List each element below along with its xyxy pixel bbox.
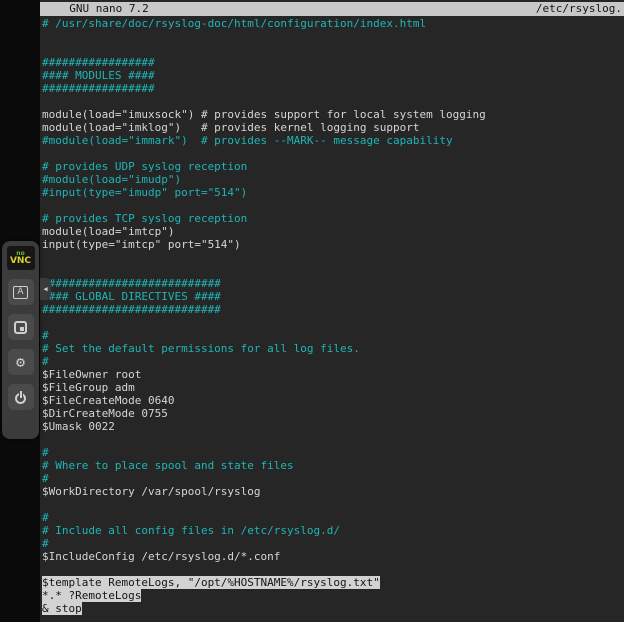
editor-line xyxy=(42,95,624,108)
editor-line: $DirCreateMode 0755 xyxy=(42,407,624,420)
editor-line xyxy=(42,433,624,446)
editor-line-text: #module(load="immark") # provides --MARK… xyxy=(42,134,453,147)
editor-line-text: $FileOwner root xyxy=(42,368,141,381)
settings-button[interactable]: ⚙ xyxy=(8,349,34,375)
editor-line: $IncludeConfig /etc/rsyslog.d/*.conf xyxy=(42,550,624,563)
editor-line-text: # Include all config files in /etc/rsysl… xyxy=(42,524,340,537)
editor-line-text: $FileCreateMode 0640 xyxy=(42,394,174,407)
editor-line xyxy=(42,199,624,212)
editor-line: *.* ?RemoteLogs xyxy=(42,589,624,602)
editor-line: module(load="imklog") # provides kernel … xyxy=(42,121,624,134)
editor-line-text: *.* ?RemoteLogs xyxy=(42,589,141,602)
editor-line-text: # provides TCP syslog reception xyxy=(42,212,247,225)
editor-line: $FileOwner root xyxy=(42,368,624,381)
editor-line-text: # xyxy=(42,537,49,550)
novnc-control-bar: no VNC A ⚙ xyxy=(2,241,39,439)
nano-version-label: GNU nano 7.2 xyxy=(56,2,149,16)
editor-line-text: # xyxy=(42,329,49,342)
editor-line: # xyxy=(42,355,624,368)
editor-line: ########################### xyxy=(42,277,624,290)
editor-line-text: #module(load="imudp") xyxy=(42,173,181,186)
editor-line: # provides TCP syslog reception xyxy=(42,212,624,225)
editor-line-text: $IncludeConfig /etc/rsyslog.d/*.conf xyxy=(42,550,280,563)
editor-line: # Include all config files in /etc/rsysl… xyxy=(42,524,624,537)
editor-line-text: $Umask 0022 xyxy=(42,420,115,433)
editor-line: & stop xyxy=(42,602,624,615)
novnc-logo: no VNC xyxy=(7,246,35,270)
editor-line: # xyxy=(42,472,624,485)
editor-line xyxy=(42,251,624,264)
editor-line-text: module(load="imklog") # provides kernel … xyxy=(42,121,420,134)
editor-line-text: #input(type="imudp" port="514") xyxy=(42,186,247,199)
editor-line xyxy=(42,147,624,160)
editor-line-text: $template RemoteLogs, "/opt/%HOSTNAME%/r… xyxy=(42,576,380,589)
editor-line: ################# xyxy=(42,82,624,95)
editor-line-text: $DirCreateMode 0755 xyxy=(42,407,168,420)
editor-line-text: module(load="imtcp") xyxy=(42,225,174,238)
editor-line-text: #### MODULES #### xyxy=(42,69,155,82)
editor-line-text: input(type="imtcp" port="514") xyxy=(42,238,241,251)
editor-line: module(load="imuxsock") # provides suppo… xyxy=(42,108,624,121)
editor-lines[interactable]: # /usr/share/doc/rsyslog-doc/html/config… xyxy=(40,16,624,615)
editor-line-text: # xyxy=(42,355,49,368)
editor-line-text: # xyxy=(42,511,49,524)
editor-line xyxy=(42,316,624,329)
power-button[interactable] xyxy=(8,384,34,410)
editor-line: ########################### xyxy=(42,303,624,316)
editor-line-text: # xyxy=(42,472,49,485)
editor-line-text: ########################### xyxy=(42,303,221,316)
drag-viewport-button[interactable] xyxy=(8,314,34,340)
keyboard-icon: A xyxy=(13,286,27,299)
editor-line-text: ########################### xyxy=(42,277,221,290)
editor-line: input(type="imtcp" port="514") xyxy=(42,238,624,251)
editor-line: $Umask 0022 xyxy=(42,420,624,433)
editor-line: #module(load="imudp") xyxy=(42,173,624,186)
editor-line xyxy=(42,264,624,277)
novnc-logo-vnc: VNC xyxy=(10,257,31,266)
editor-line: # /usr/share/doc/rsyslog-doc/html/config… xyxy=(42,17,624,30)
power-icon xyxy=(15,393,26,404)
editor-line-text: # provides UDP syslog reception xyxy=(42,160,247,173)
terminal-window: GNU nano 7.2 /etc/rsyslog. # /usr/share/… xyxy=(40,0,624,622)
editor-line: $FileGroup adm xyxy=(42,381,624,394)
editor-line xyxy=(42,43,624,56)
editor-line-text: & stop xyxy=(42,602,82,615)
editor-line-text: ################# xyxy=(42,56,155,69)
editor-line: $FileCreateMode 0640 xyxy=(42,394,624,407)
editor-line: # Where to place spool and state files xyxy=(42,459,624,472)
editor-line xyxy=(42,563,624,576)
editor-line: # xyxy=(42,329,624,342)
editor-line: #input(type="imudp" port="514") xyxy=(42,186,624,199)
editor-line: ################# xyxy=(42,56,624,69)
keyboard-button[interactable]: A xyxy=(8,279,34,305)
editor-line xyxy=(42,498,624,511)
nano-filename-label: /etc/rsyslog. xyxy=(536,2,622,16)
editor-line: module(load="imtcp") xyxy=(42,225,624,238)
novnc-collapse-handle[interactable]: ◀ xyxy=(40,278,51,300)
editor-line: #### GLOBAL DIRECTIVES #### xyxy=(42,290,624,303)
editor-line-text: $FileGroup adm xyxy=(42,381,135,394)
editor-line-text: module(load="imuxsock") # provides suppo… xyxy=(42,108,486,121)
editor-line-text: # /usr/share/doc/rsyslog-doc/html/config… xyxy=(42,17,426,30)
editor-line: #module(load="immark") # provides --MARK… xyxy=(42,134,624,147)
editor-line: $WorkDirectory /var/spool/rsyslog xyxy=(42,485,624,498)
gear-icon: ⚙ xyxy=(16,355,25,370)
editor-line: # xyxy=(42,511,624,524)
editor-line-text: # Where to place spool and state files xyxy=(42,459,294,472)
editor-line-text: # Set the default permissions for all lo… xyxy=(42,342,360,355)
editor-line: # xyxy=(42,537,624,550)
editor-line: # xyxy=(42,446,624,459)
editor-line: # Set the default permissions for all lo… xyxy=(42,342,624,355)
editor-line-text: # xyxy=(42,446,49,459)
editor-line: $template RemoteLogs, "/opt/%HOSTNAME%/r… xyxy=(42,576,624,589)
drag-viewport-icon xyxy=(14,321,27,334)
chevron-left-icon: ◀ xyxy=(43,285,47,293)
nano-titlebar: GNU nano 7.2 /etc/rsyslog. xyxy=(40,2,624,16)
editor-line-text: $WorkDirectory /var/spool/rsyslog xyxy=(42,485,261,498)
editor-line: #### MODULES #### xyxy=(42,69,624,82)
editor-line: # provides UDP syslog reception xyxy=(42,160,624,173)
editor-line-text: ################# xyxy=(42,82,155,95)
editor-line xyxy=(42,30,624,43)
editor-line-text: #### GLOBAL DIRECTIVES #### xyxy=(42,290,221,303)
